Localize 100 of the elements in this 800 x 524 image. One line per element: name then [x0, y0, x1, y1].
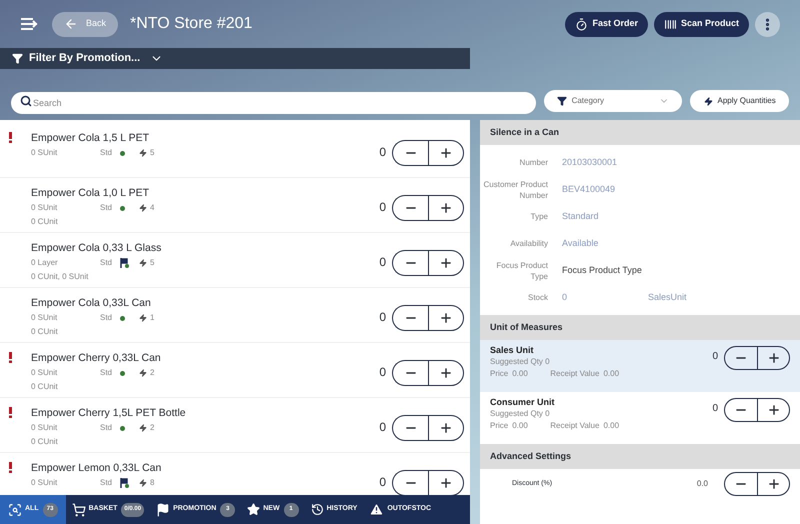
flag-icon — [120, 478, 129, 488]
quantity-value: 0 — [379, 199, 386, 216]
minus-button[interactable] — [392, 250, 428, 276]
field-label: Type — [530, 211, 548, 222]
product-name[interactable]: Empower Cherry 1,5L PET Bottle — [31, 407, 186, 420]
setting-value: 0.0 — [696, 478, 708, 490]
plus-icon — [766, 477, 780, 491]
plus-button[interactable] — [428, 415, 464, 441]
product-name[interactable]: Empower Cola 0,33 L Glass — [31, 242, 162, 255]
barcode-icon — [664, 18, 677, 30]
store-title: *NTO Store #201 — [130, 14, 252, 34]
promotion-count: 4 — [150, 202, 154, 214]
field-label: Focus Product Type — [495, 260, 548, 282]
timer-icon — [575, 18, 588, 30]
minus-button[interactable] — [724, 472, 757, 496]
section-header: Unit of Measures — [480, 315, 800, 340]
lightning-icon — [139, 149, 147, 157]
plus-icon — [439, 421, 453, 435]
apply-quantities-button[interactable]: Apply Quantities — [690, 90, 789, 112]
product-name[interactable]: Empower Cola 0,33L Can — [31, 297, 154, 310]
unit-quantity: 0 CUnit — [31, 436, 59, 448]
quantity-value: 0 — [379, 254, 386, 271]
plus-icon — [766, 351, 780, 365]
plus-button[interactable] — [428, 305, 464, 331]
scan-product-button[interactable]: Scan Product — [654, 12, 749, 36]
plus-button[interactable] — [428, 250, 464, 276]
unit-quantity: 0 SUnit — [31, 422, 58, 434]
plus-button[interactable] — [428, 140, 464, 166]
field-value: Standard — [562, 210, 600, 223]
section-header: Silence in a Can — [480, 120, 800, 145]
unit-name: Sales Unit — [490, 344, 535, 356]
unit-quantity: 0 CUnit — [31, 216, 59, 228]
product-type: Std — [100, 147, 114, 159]
product-name[interactable]: Empower Cola 1,5 L PET — [31, 132, 154, 145]
plus-button[interactable] — [757, 398, 790, 422]
plus-button[interactable] — [757, 346, 790, 370]
fast-order-button[interactable]: Fast Order — [565, 12, 648, 36]
plus-icon — [439, 201, 453, 215]
field-value: BEV4100049 — [562, 182, 616, 196]
promotion-count: 1 — [150, 312, 154, 324]
category-dropdown[interactable]: Category — [544, 90, 682, 112]
plus-icon — [439, 256, 453, 270]
search-field[interactable]: Search — [11, 92, 536, 114]
filter-icon — [556, 96, 567, 106]
field-label: Number — [518, 157, 548, 168]
product-name[interactable]: Empower Lemon 0,33L Can — [31, 462, 162, 475]
promotion-count: 2 — [150, 367, 154, 379]
field-value: 20103030001 — [562, 156, 618, 169]
unit-quantity: 0 SUnit — [31, 147, 58, 159]
product-name[interactable]: Empower Cola 1,0 L PET — [31, 187, 154, 200]
promotion-count: 2 — [150, 422, 154, 434]
minus-button[interactable] — [392, 415, 428, 441]
flag-icon — [156, 502, 170, 516]
minus-button[interactable] — [392, 360, 428, 386]
field-unit: SalesUnit — [648, 290, 687, 304]
unit-quantity: 0 SUnit — [31, 202, 58, 214]
product-type: Std — [100, 202, 114, 214]
receipt-value: 0.00 — [603, 420, 620, 432]
plus-button[interactable] — [428, 360, 464, 386]
menu-icon[interactable] — [20, 17, 38, 31]
product-type: Std — [100, 477, 114, 489]
plus-button[interactable] — [428, 195, 464, 221]
plus-icon — [766, 403, 780, 417]
lightning-icon — [139, 259, 147, 267]
minus-button[interactable] — [724, 346, 757, 370]
minus-button[interactable] — [392, 140, 428, 166]
search-icon — [20, 95, 32, 107]
plus-icon — [439, 366, 453, 380]
promotion-filter-bar[interactable]: Filter By Promotion... — [0, 48, 470, 69]
price-value: 0.00 — [512, 368, 529, 380]
minus-button[interactable] — [724, 398, 757, 422]
warning-icon — [369, 502, 384, 517]
star-icon — [247, 503, 260, 516]
receipt-value-label: Receipt Value — [550, 420, 600, 432]
product-name[interactable]: Empower Cherry 0,33L Can — [31, 352, 161, 365]
field-value: 0 — [562, 290, 568, 304]
promotion-count: 8 — [150, 477, 154, 489]
suggested-quantity: Suggested Qty 0 — [490, 408, 551, 420]
quantity-value: 0 — [379, 474, 386, 491]
minus-button[interactable] — [392, 195, 428, 221]
receipt-value: 0.00 — [603, 368, 620, 380]
receipt-value-label: Receipt Value — [550, 368, 600, 380]
field-label: Customer Product Number — [482, 178, 548, 200]
unit-row[interactable]: Sales Unit Suggested Qty 0 Price 0.00 Receipt Value 0.00 0 — [480, 340, 800, 392]
product-type: Std — [100, 422, 114, 434]
plus-icon — [439, 311, 453, 325]
unit-quantity: 0 CUnit — [31, 326, 59, 338]
unit-quantity: 0 SUnit — [31, 477, 58, 489]
product-type: Std — [100, 312, 114, 324]
lightning-icon — [139, 369, 147, 377]
lightning-icon — [139, 314, 147, 322]
lightning-icon — [139, 479, 147, 487]
promotion-count: 5 — [150, 257, 154, 269]
field-label: Stock — [526, 292, 548, 303]
unit-quantity: 0 Layer — [31, 257, 59, 269]
more-button[interactable] — [755, 12, 780, 36]
minus-button[interactable] — [392, 305, 428, 331]
history-icon — [310, 503, 324, 516]
plus-button[interactable] — [757, 472, 790, 496]
quantity-value: 0 — [379, 144, 386, 161]
